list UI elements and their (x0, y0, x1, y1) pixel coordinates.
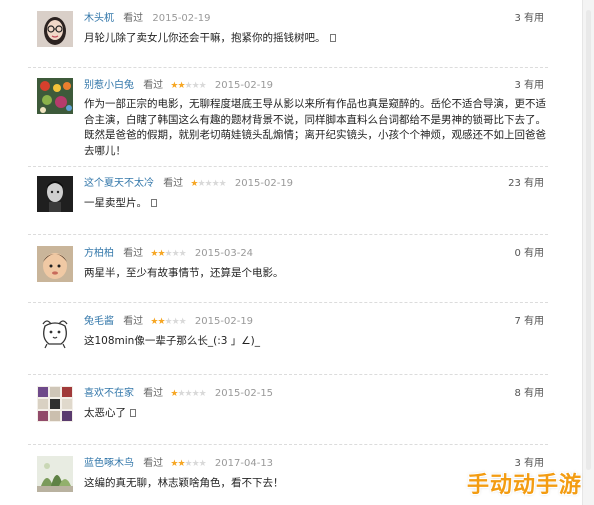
comment-meta: 木头杌 看过 2015-02-19 (84, 12, 211, 25)
comment-date: 2015-02-19 (214, 80, 274, 91)
comment-text: 太恶心了 (84, 406, 554, 422)
username-link[interactable]: 木头杌 (84, 13, 114, 24)
comment-meta: 别惹小白兔 看过 ★★★★★ 2015-02-19 (84, 79, 273, 93)
dark-portrait-avatar[interactable] (37, 176, 73, 212)
comment-body: 太恶心了 (84, 407, 126, 419)
username-link[interactable]: 方柏柏 (84, 248, 114, 259)
comment-body: 这编的真无聊，林志颖啥角色，看不下去！ (84, 477, 284, 489)
star-icon: ★★ (170, 459, 185, 469)
doodle-dog-avatar[interactable] (37, 314, 73, 350)
report-icon[interactable] (130, 409, 136, 417)
comment-text: 两星半，至少有故事情节，还算是个电影。 (84, 266, 554, 282)
comment-date: 2015-02-19 (152, 13, 211, 24)
useful-vote-button[interactable]: 3 有用 (514, 79, 544, 92)
username-link[interactable]: 喜欢不在家 (84, 388, 134, 399)
comment-meta: 兔毛酱 看过 ★★★★★ 2015-02-19 (84, 315, 253, 329)
star-empty-icon: ★★★ (164, 249, 187, 259)
username-link[interactable]: 这个夏天不太冷 (84, 178, 154, 189)
username-link[interactable]: 别惹小白兔 (84, 80, 134, 91)
comment-meta: 这个夏天不太冷 看过 ★★★★★ 2015-02-19 (84, 177, 293, 191)
comment-body: 作为一部正宗的电影，无聊程度堪底王导从影以来所有作品也真是窥醉的。岳伦不适合导演… (84, 98, 546, 157)
comment-item: 这个夏天不太冷 看过 ★★★★★ 2015-02-19 23 有用 一星卖型片。 (0, 173, 582, 235)
comment-date: 2017-04-13 (214, 458, 274, 469)
rating-stars: ★★★★★ (150, 317, 187, 327)
rating-stars: ★★★★★ (170, 389, 206, 399)
useful-vote-button[interactable]: 7 有用 (514, 315, 544, 328)
comment-text: 这108min像一辈子那么长_(:3 」∠)_ (84, 334, 554, 350)
rating-stars: ★★★★★ (170, 459, 207, 469)
report-icon[interactable] (329, 34, 336, 42)
comment-meta: 方柏柏 看过 ★★★★★ 2015-03-24 (84, 247, 253, 261)
divider (28, 444, 548, 445)
divider (28, 67, 548, 68)
divider (28, 374, 548, 375)
comment-date: 2015-02-19 (234, 178, 294, 189)
watched-label: 看过 (163, 178, 184, 189)
green-plants-avatar[interactable] (37, 456, 73, 492)
divider (28, 302, 548, 303)
useful-vote-button[interactable]: 3 有用 (514, 12, 544, 25)
watched-label: 看过 (123, 316, 144, 327)
rating-stars: ★★★★★ (190, 179, 226, 189)
comment-item: 木头杌 看过 2015-02-19 3 有用 月轮儿除了卖女儿你还会干嘛，抱紧你… (0, 8, 582, 68)
watched-label: 看过 (143, 80, 164, 91)
useful-vote-button[interactable]: 8 有用 (514, 387, 544, 400)
comment-list-page: 木头杌 看过 2015-02-19 3 有用 月轮儿除了卖女儿你还会干嘛，抱紧你… (0, 0, 594, 505)
comment-item: 别惹小白兔 看过 ★★★★★ 2015-02-19 3 有用 作为一部正宗的电影… (0, 75, 582, 167)
star-icon: ★★ (150, 249, 165, 259)
child-face-avatar[interactable] (37, 246, 73, 282)
star-empty-icon: ★★★ (184, 459, 207, 469)
comment-body: 月轮儿除了卖女儿你还会干嘛，抱紧你的摇钱树吧。 (84, 32, 326, 44)
comment-item: 兔毛酱 看过 ★★★★★ 2015-02-19 7 有用 这108min像一辈子… (0, 311, 582, 375)
woman-with-glasses-avatar[interactable] (37, 11, 73, 47)
comment-date: 2015-02-15 (214, 388, 274, 399)
username-link[interactable]: 蓝色啄木鸟 (84, 458, 134, 469)
star-empty-icon: ★★★ (164, 317, 187, 327)
comment-list: 木头杌 看过 2015-02-19 3 有用 月轮儿除了卖女儿你还会干嘛，抱紧你… (0, 0, 582, 505)
comment-date: 2015-03-24 (194, 248, 254, 259)
watched-label: 看过 (123, 248, 144, 259)
star-empty-icon: ★★★ (184, 81, 207, 91)
comment-date: 2015-02-19 (194, 316, 254, 327)
scrollbar-thumb[interactable] (586, 10, 591, 470)
watermark: 手动动手游 (466, 473, 582, 498)
star-empty-icon: ★★★★ (177, 389, 206, 399)
comment-text: 一星卖型片。 (84, 196, 554, 212)
comment-item: 方柏柏 看过 ★★★★★ 2015-03-24 0 有用 两星半，至少有故事情节… (0, 243, 582, 303)
divider (28, 234, 548, 235)
patterned-grid-avatar[interactable] (37, 386, 73, 422)
rating-stars: ★★★★★ (170, 81, 207, 91)
star-icon: ★★ (170, 81, 185, 91)
useful-vote-button[interactable]: 0 有用 (514, 247, 544, 260)
comment-meta: 蓝色啄木鸟 看过 ★★★★★ 2017-04-13 (84, 457, 273, 471)
report-icon[interactable] (151, 199, 157, 207)
comment-body: 这108min像一辈子那么长_(:3 」∠)_ (84, 335, 261, 347)
username-link[interactable]: 兔毛酱 (84, 316, 114, 327)
divider (28, 166, 548, 167)
rating-stars: ★★★★★ (150, 249, 187, 259)
watched-label: 看过 (123, 13, 144, 24)
star-icon: ★★ (150, 317, 165, 327)
scrollbar[interactable] (582, 0, 594, 505)
comment-meta: 喜欢不在家 看过 ★★★★★ 2015-02-15 (84, 387, 273, 401)
useful-vote-button[interactable]: 23 有用 (508, 177, 544, 190)
star-empty-icon: ★★★★ (197, 179, 226, 189)
colorful-objects-avatar[interactable] (37, 78, 73, 114)
comment-body: 一星卖型片。 (84, 197, 147, 209)
watched-label: 看过 (143, 388, 164, 399)
comment-item: 喜欢不在家 看过 ★★★★★ 2015-02-15 8 有用 太恶心了 (0, 383, 582, 445)
watched-label: 看过 (143, 458, 164, 469)
comment-text: 月轮儿除了卖女儿你还会干嘛，抱紧你的摇钱树吧。 (84, 31, 554, 47)
comment-text: 作为一部正宗的电影，无聊程度堪底王导从影以来所有作品也真是窥醉的。岳伦不适合导演… (84, 97, 554, 159)
comment-body: 两星半，至少有故事情节，还算是个电影。 (84, 267, 284, 279)
